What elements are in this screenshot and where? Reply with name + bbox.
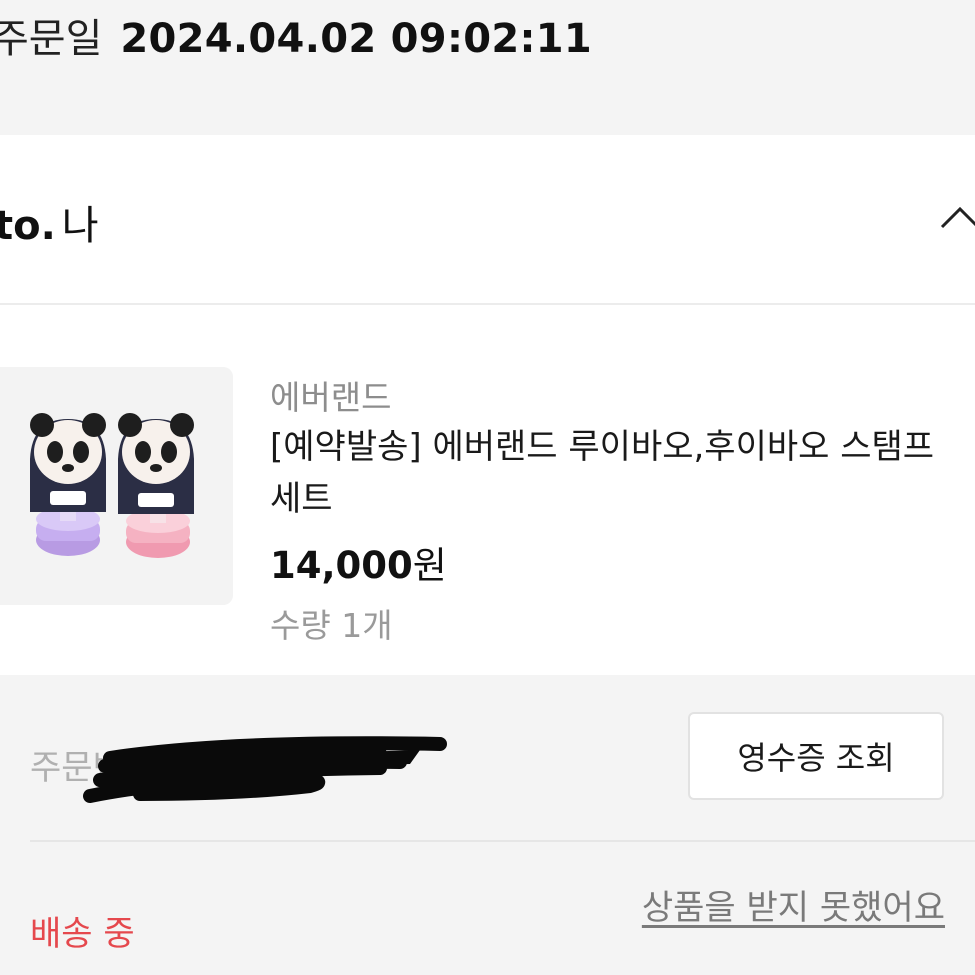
- redaction-scribble: [83, 736, 447, 803]
- product-quantity: 수량 1개: [270, 606, 393, 645]
- recipient-prefix: to.: [0, 203, 56, 249]
- delivery-status: 배송 중: [30, 914, 135, 954]
- product-image[interactable]: [0, 367, 233, 605]
- product-price: 14,000원: [270, 535, 447, 589]
- price-value: 14,000: [270, 544, 413, 587]
- divider: [30, 840, 975, 842]
- order-card: to. 나 에버랜드 [예약발송] 에버랜드 루이바오,후이바오 스탬프 세트 …: [0, 135, 975, 675]
- price-unit: 원: [412, 544, 447, 587]
- product-brand: 에버랜드: [270, 378, 392, 417]
- recipient-name: 나: [61, 203, 99, 249]
- panda-stamp-image: [0, 367, 233, 605]
- order-date-label: 주문일: [0, 16, 103, 62]
- product-item[interactable]: 에버랜드 [예약발송] 에버랜드 루이바오,후이바오 스탬프 세트 14,000…: [0, 367, 975, 657]
- order-header: 주문일 2024.04.02 09:02:11: [0, 0, 975, 135]
- receipt-button[interactable]: 영수증 조회: [688, 712, 944, 800]
- order-date-value: 2024.04.02 09:02:11: [120, 16, 593, 62]
- recipient-row[interactable]: to. 나: [0, 135, 975, 305]
- recipient: to. 나: [0, 193, 99, 251]
- not-received-link[interactable]: 상품을 받지 못했어요: [642, 880, 945, 929]
- chevron-up-icon[interactable]: [940, 199, 975, 239]
- order-date: 주문일 2024.04.02 09:02:11: [0, 6, 592, 64]
- product-name[interactable]: [예약발송] 에버랜드 루이바오,후이바오 스탬프 세트: [270, 421, 970, 525]
